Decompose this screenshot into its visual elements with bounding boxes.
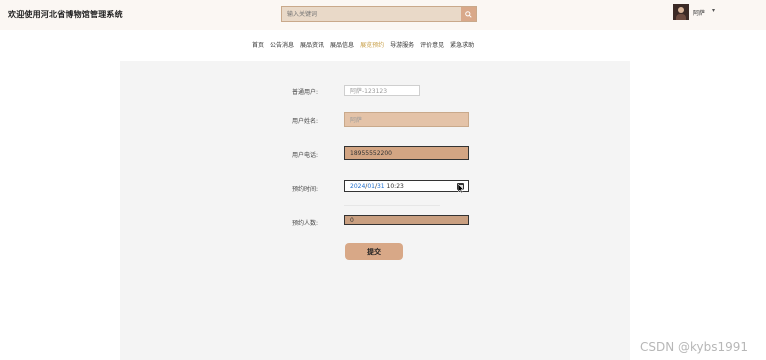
user-phone-field[interactable]: 18955552200: [344, 146, 469, 160]
avatar[interactable]: [673, 4, 689, 20]
nav-item-emergency[interactable]: 紧急求助: [450, 40, 474, 49]
submit-button[interactable]: 提交: [345, 243, 403, 260]
user-name-field[interactable]: 阿萨: [344, 112, 469, 127]
date-year[interactable]: 2024: [350, 183, 365, 190]
main-nav: 首页 公告消息 展品资讯 展品信息 展览预约 导游服务 评价意见 紧急求助: [252, 40, 474, 49]
top-bar: 欢迎使用河北省博物馆管理系统 阿萨 ▾: [0, 0, 766, 30]
search-icon: [465, 10, 472, 18]
user-phone-label: 用户电话:: [291, 152, 318, 159]
user-account-label: 普通用户:: [291, 89, 318, 96]
nav-item-exhibition-booking[interactable]: 展览预约: [360, 40, 384, 49]
people-count-field[interactable]: 0: [344, 215, 469, 225]
nav-item-exhibit-info[interactable]: 展品信息: [330, 40, 354, 49]
date-day[interactable]: 31: [377, 183, 385, 190]
divider: [344, 205, 440, 206]
booking-time-label: 预约时间:: [291, 186, 318, 193]
people-count-label: 预约人数:: [291, 220, 318, 227]
search-box: [281, 6, 477, 22]
mouse-cursor-icon: [458, 184, 464, 193]
nav-item-exhibit-news[interactable]: 展品资讯: [300, 40, 324, 49]
nav-item-home[interactable]: 首页: [252, 40, 264, 49]
chevron-down-icon[interactable]: ▾: [712, 7, 715, 14]
nav-item-guide-service[interactable]: 导游服务: [390, 40, 414, 49]
date-month[interactable]: 01: [367, 183, 375, 190]
app-title: 欢迎使用河北省博物馆管理系统: [8, 10, 123, 19]
search-button[interactable]: [461, 7, 476, 21]
date-time[interactable]: 10:23: [387, 183, 404, 190]
nav-item-feedback[interactable]: 评价意见: [420, 40, 444, 49]
user-account-field: 阿萨-123123: [344, 85, 420, 96]
booking-form-card: [120, 61, 630, 360]
watermark: CSDN @kybs1991: [640, 340, 749, 354]
booking-time-field[interactable]: 2024/01/31 10:23: [344, 180, 469, 192]
user-name-label: 用户姓名:: [291, 118, 318, 125]
nav-item-announcements[interactable]: 公告消息: [270, 40, 294, 49]
username[interactable]: 阿萨: [693, 8, 705, 17]
search-input[interactable]: [282, 7, 462, 21]
